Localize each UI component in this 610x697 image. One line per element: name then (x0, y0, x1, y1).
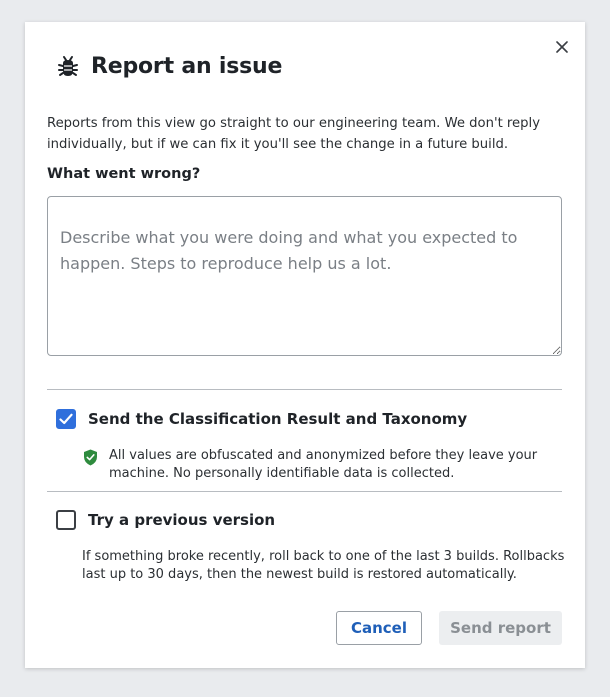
send-classification-option[interactable]: Send the Classification Result and Taxon… (56, 409, 467, 429)
send-classification-checkbox[interactable] (56, 409, 76, 429)
description-label: What went wrong? (47, 166, 201, 182)
send-report-button[interactable]: Send report (439, 611, 562, 645)
dialog-title: Report an issue (91, 54, 283, 79)
intro-text: Reports from this view go straight to ou… (47, 116, 541, 152)
section-divider (47, 491, 562, 492)
cancel-button[interactable]: Cancel (336, 611, 422, 645)
privacy-note-text: All values are obfuscated and anonymized… (109, 448, 538, 481)
close-button[interactable] (551, 36, 573, 58)
check-icon (59, 413, 73, 425)
send-classification-label: Send the Classification Result and Taxon… (88, 410, 468, 428)
previous-version-option[interactable]: Try a previous version (56, 510, 275, 530)
previous-version-label: Try a previous version (88, 511, 276, 529)
rollback-note-text: If something broke recently, roll back t… (82, 549, 565, 582)
report-issue-dialog: Report an issue Reports from this view g… (25, 22, 585, 668)
close-icon (556, 41, 568, 53)
section-divider (47, 389, 562, 390)
privacy-note: All values are obfuscated and anonymized… (83, 447, 553, 483)
description-textarea[interactable] (47, 196, 562, 356)
dialog-header: Report an issue (57, 54, 282, 79)
previous-version-checkbox[interactable] (56, 510, 76, 530)
bug-icon (58, 55, 78, 76)
shield-check-icon (84, 449, 97, 466)
